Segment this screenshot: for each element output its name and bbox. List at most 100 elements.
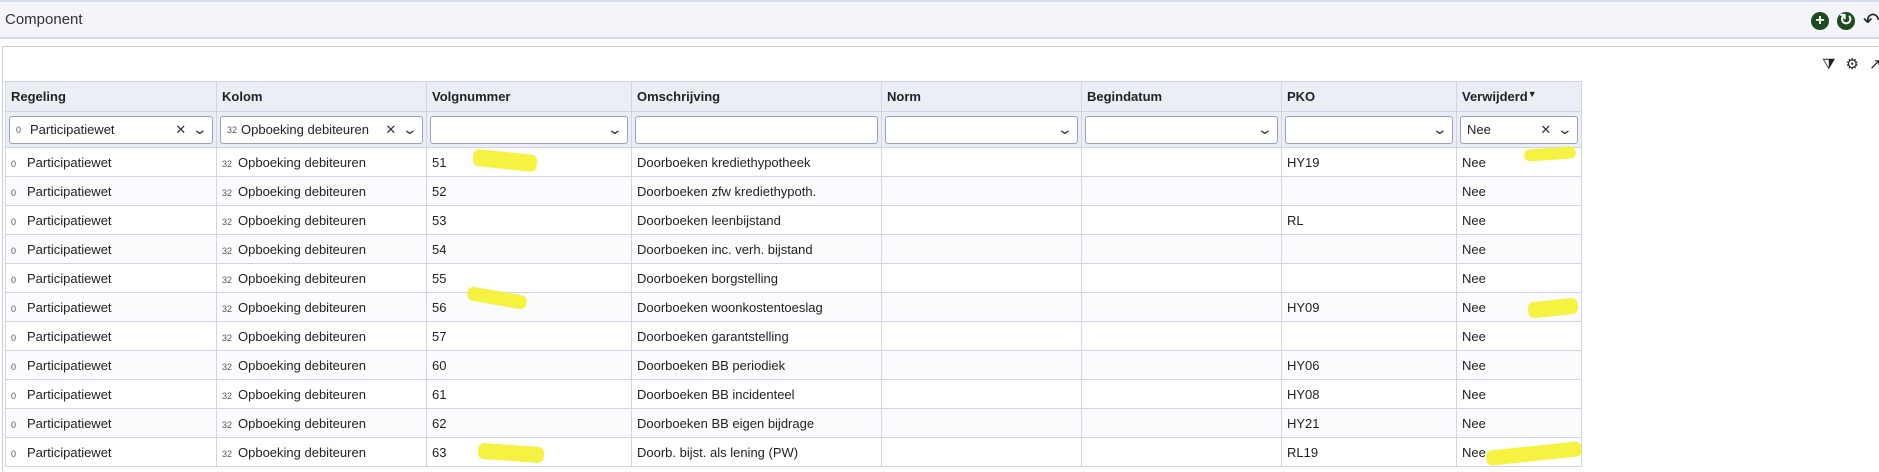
chevron-down-icon[interactable]: ⌄ (1057, 121, 1073, 138)
cell-omschrijving[interactable]: Doorboeken BB incidenteel (631, 379, 882, 409)
cell-norm[interactable] (881, 437, 1082, 467)
cell-verwijderd[interactable]: Nee (1456, 408, 1582, 438)
column-header-begindatum[interactable]: Begindatum (1081, 81, 1282, 112)
cell-pko[interactable]: HY09 (1281, 292, 1457, 322)
cell-omschrijving[interactable]: Doorboeken krediethypotheek (631, 147, 882, 177)
cell-omschrijving[interactable]: Doorboeken zfw krediethypoth. (631, 176, 882, 206)
cell-kolom[interactable]: 32 Opboeking debiteuren (216, 379, 427, 409)
cell-omschrijving[interactable]: Doorboeken BB eigen bijdrage (631, 408, 882, 438)
chevron-down-icon[interactable]: ⌄ (607, 121, 623, 138)
cell-begindatum[interactable] (1081, 263, 1282, 293)
cell-verwijderd[interactable]: Nee (1456, 176, 1582, 206)
table-row[interactable]: 0 Participatiewet 32 Opboeking debiteuren 55… (5, 263, 1582, 293)
cell-begindatum[interactable] (1081, 234, 1282, 264)
cell-regeling[interactable]: 0 Participatiewet (5, 147, 217, 177)
cell-norm[interactable] (881, 263, 1082, 293)
cell-pko[interactable] (1281, 234, 1457, 264)
cell-volgnummer[interactable]: 51 (426, 147, 632, 177)
cell-kolom[interactable]: 32 Opboeking debiteuren (216, 292, 427, 322)
undo-icon[interactable]: ↶ (1863, 12, 1879, 30)
volgnummer-filter-select[interactable]: ⌄ (430, 115, 628, 144)
cell-volgnummer[interactable]: 57 (426, 321, 632, 351)
cell-regeling[interactable]: 0 Participatiewet (5, 408, 217, 438)
cell-kolom[interactable]: 32 Opboeking debiteuren (216, 263, 427, 293)
cell-norm[interactable] (881, 176, 1082, 206)
cell-begindatum[interactable] (1081, 379, 1282, 409)
cell-begindatum[interactable] (1081, 321, 1282, 351)
cell-omschrijving[interactable]: Doorb. bijst. als lening (PW) (631, 437, 882, 467)
clear-icon[interactable]: ✕ (1540, 122, 1551, 138)
cell-omschrijving[interactable]: Doorboeken borgstelling (631, 263, 882, 293)
gear-icon[interactable]: ⚙ (1846, 57, 1859, 73)
cell-omschrijving[interactable]: Doorboeken leenbijstand (631, 205, 882, 235)
cell-regeling[interactable]: 0 Participatiewet (5, 350, 217, 380)
cell-kolom[interactable]: 32 Opboeking debiteuren (216, 408, 427, 438)
plus-circle-icon[interactable]: + (1811, 12, 1829, 30)
table-row[interactable]: 0 Participatiewet 32 Opboeking debiteuren 51… (5, 147, 1582, 177)
cell-regeling[interactable]: 0 Participatiewet (5, 321, 217, 351)
refresh-circle-icon[interactable]: ↻ (1837, 12, 1855, 30)
kolom-filter-select[interactable]: 32 Opboeking debiteuren ✕ ⌄ (220, 115, 423, 144)
chevron-down-icon[interactable]: ⌄ (1257, 121, 1273, 138)
cell-volgnummer[interactable]: 60 (426, 350, 632, 380)
cell-pko[interactable]: HY06 (1281, 350, 1457, 380)
cell-norm[interactable] (881, 292, 1082, 322)
table-row[interactable]: 0 Participatiewet 32 Opboeking debiteuren 53… (5, 205, 1582, 235)
table-row[interactable]: 0 Participatiewet 32 Opboeking debiteuren 56… (5, 292, 1582, 322)
cell-kolom[interactable]: 32 Opboeking debiteuren (216, 350, 427, 380)
chevron-down-icon[interactable]: ⌄ (1432, 121, 1448, 138)
cell-kolom[interactable]: 32 Opboeking debiteuren (216, 205, 427, 235)
cell-regeling[interactable]: 0 Participatiewet (5, 437, 217, 467)
cell-norm[interactable] (881, 408, 1082, 438)
regeling-filter-select[interactable]: 0 Participatiewet ✕ ⌄ (9, 115, 213, 144)
cell-norm[interactable] (881, 350, 1082, 380)
cell-verwijderd[interactable]: Nee (1456, 234, 1582, 264)
cell-begindatum[interactable] (1081, 350, 1282, 380)
verwijderd-filter-select[interactable]: Nee ✕ ⌄ (1460, 115, 1578, 144)
cell-kolom[interactable]: 32 Opboeking debiteuren (216, 147, 427, 177)
cell-verwijderd[interactable]: Nee (1456, 263, 1582, 293)
cell-norm[interactable] (881, 321, 1082, 351)
cell-regeling[interactable]: 0 Participatiewet (5, 234, 217, 264)
cell-pko[interactable]: HY08 (1281, 379, 1457, 409)
cell-omschrijving[interactable]: Doorboeken BB periodiek (631, 350, 882, 380)
export-icon[interactable]: ↗ (1869, 57, 1879, 73)
cell-omschrijving[interactable]: Doorboeken woonkostentoeslag (631, 292, 882, 322)
cell-verwijderd[interactable]: Nee (1456, 292, 1582, 322)
cell-verwijderd[interactable]: Nee (1456, 379, 1582, 409)
cell-volgnummer[interactable]: 63 (426, 437, 632, 467)
cell-begindatum[interactable] (1081, 147, 1282, 177)
cell-verwijderd[interactable]: Nee (1456, 321, 1582, 351)
filter-clear-icon[interactable]: ⧩ (1822, 57, 1835, 73)
table-row[interactable]: 0 Participatiewet 32 Opboeking debiteuren 61… (5, 379, 1582, 409)
cell-omschrijving[interactable]: Doorboeken inc. verh. bijstand (631, 234, 882, 264)
cell-norm[interactable] (881, 205, 1082, 235)
cell-verwijderd[interactable]: Nee (1456, 437, 1582, 467)
table-row[interactable]: 0 Participatiewet 32 Opboeking debiteuren 54… (5, 234, 1582, 264)
cell-verwijderd[interactable]: Nee (1456, 350, 1582, 380)
cell-begindatum[interactable] (1081, 437, 1282, 467)
cell-pko[interactable]: HY21 (1281, 408, 1457, 438)
cell-kolom[interactable]: 32 Opboeking debiteuren (216, 176, 427, 206)
cell-verwijderd[interactable]: Nee (1456, 147, 1582, 177)
column-header-kolom[interactable]: Kolom (216, 81, 427, 112)
cell-pko[interactable]: HY19 (1281, 147, 1457, 177)
cell-begindatum[interactable] (1081, 205, 1282, 235)
table-row[interactable]: 0 Participatiewet 32 Opboeking debiteuren 57… (5, 321, 1582, 351)
table-row[interactable]: 0 Participatiewet 32 Opboeking debiteuren 52… (5, 176, 1582, 206)
cell-volgnummer[interactable]: 53 (426, 205, 632, 235)
cell-regeling[interactable]: 0 Participatiewet (5, 176, 217, 206)
cell-pko[interactable] (1281, 176, 1457, 206)
cell-omschrijving[interactable]: Doorboeken garantstelling (631, 321, 882, 351)
cell-regeling[interactable]: 0 Participatiewet (5, 379, 217, 409)
cell-volgnummer[interactable]: 56 (426, 292, 632, 322)
cell-verwijderd[interactable]: Nee (1456, 205, 1582, 235)
table-row[interactable]: 0 Participatiewet 32 Opboeking debiteuren 63… (5, 437, 1582, 467)
cell-kolom[interactable]: 32 Opboeking debiteuren (216, 321, 427, 351)
cell-pko[interactable] (1281, 263, 1457, 293)
cell-volgnummer[interactable]: 54 (426, 234, 632, 264)
cell-kolom[interactable]: 32 Opboeking debiteuren (216, 437, 427, 467)
cell-pko[interactable]: RL (1281, 205, 1457, 235)
chevron-down-icon[interactable]: ⌄ (402, 121, 418, 138)
cell-pko[interactable] (1281, 321, 1457, 351)
